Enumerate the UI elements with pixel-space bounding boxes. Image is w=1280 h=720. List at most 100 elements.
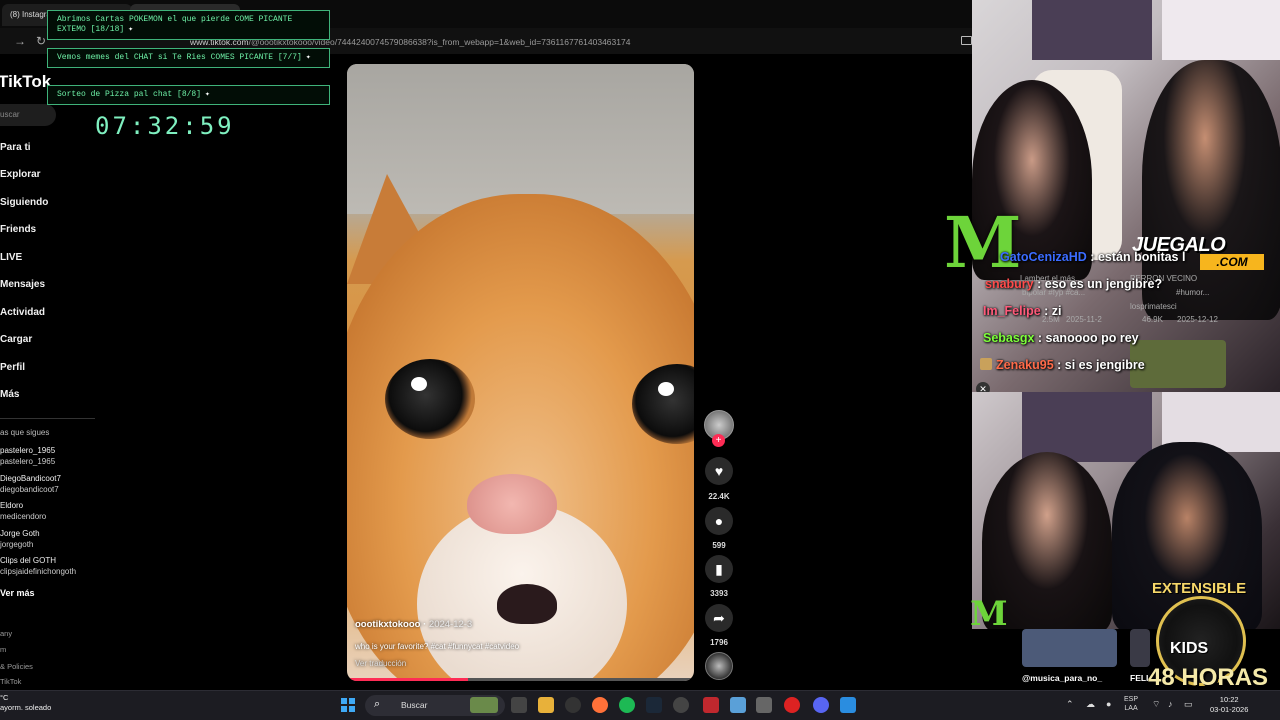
chat-text: si es jengibre	[1064, 358, 1145, 372]
video-author[interactable]: oootikxtokooo · 2024-12-3	[355, 619, 472, 630]
microphone-icon[interactable]: ●	[1106, 699, 1111, 709]
sidebar-nav-item[interactable]: Más	[0, 389, 19, 400]
weather-widget[interactable]: °C ayorm. soleado	[0, 693, 51, 713]
sidebar-nav-item[interactable]: Friends	[0, 224, 36, 235]
share-icon: ➦	[713, 610, 725, 626]
video-progress-fill	[347, 678, 469, 681]
app-blue-icon[interactable]	[840, 697, 856, 713]
sparkle-icon: ✦	[305, 53, 311, 62]
comment-button[interactable]: ●	[705, 507, 733, 535]
following-handle: diegobandicoot7	[0, 485, 59, 494]
bottom-user-1[interactable]: @musica_para_no_	[1022, 673, 1102, 683]
following-item[interactable]: Clips del GOTH clipsjaidefinichongoth	[0, 555, 76, 577]
following-name: Clips del GOTH	[0, 556, 57, 565]
sparkle-icon: ✦	[205, 90, 210, 99]
tray-chevron-icon[interactable]: ⌃	[1066, 699, 1074, 710]
language-indicator[interactable]: ESP LAA	[1124, 695, 1138, 713]
following-item[interactable]: pastelero_1965 pastelero_1965	[0, 445, 55, 467]
grid-date-2: 2025-12-12	[1177, 315, 1218, 324]
chat-username[interactable]: Im_Felipe	[983, 304, 1041, 318]
sidebar-nav-item[interactable]: Mensajes	[0, 279, 45, 290]
footer-link[interactable]: any	[0, 629, 12, 638]
sidebar-nav-item[interactable]: Cargar	[0, 334, 32, 345]
chat-username[interactable]: Zenaku95	[996, 358, 1054, 372]
tiktok-logo[interactable]: TikTok	[0, 72, 51, 92]
bottom-thumbnail-1[interactable]	[1022, 629, 1117, 667]
goal-text: Abrimos Cartas POKEMON el que pierde COM…	[57, 15, 293, 34]
following-item[interactable]: DiegoBandicoot7 diegobandicoot7	[0, 473, 61, 495]
footer-link[interactable]: TikTok	[0, 677, 21, 686]
event-badge-top: EXTENSIBLE	[1152, 580, 1247, 597]
firefox-icon[interactable]	[592, 697, 608, 713]
sidebar-nav-item[interactable]: Explorar	[0, 169, 41, 180]
obs-icon[interactable]	[565, 697, 581, 713]
wifi-icon[interactable]: ⌔	[1152, 699, 1160, 710]
chat-message: Zenaku95 : si es jengibre	[980, 358, 1145, 372]
cast-icon[interactable]	[961, 36, 972, 45]
footer-link[interactable]: m	[0, 645, 6, 654]
chat-username[interactable]: Sebasgx	[983, 331, 1034, 345]
comment-count: 599	[712, 541, 726, 550]
following-item[interactable]: Jorge Goth jorgegoth	[0, 528, 40, 550]
bottom-thumbnail-2[interactable]	[1130, 629, 1150, 667]
following-handle: jorgegoth	[0, 540, 34, 549]
stream-goal: Vemos memes del CHAT si Te Ries COMES PI…	[47, 48, 330, 68]
app-icon[interactable]	[673, 697, 689, 713]
goal-text: Sorteo de Pizza pal chat [8/8]	[57, 90, 202, 99]
following-handle: medicendoro	[0, 512, 47, 521]
notes-icon[interactable]	[730, 697, 746, 713]
following-handle: clipsjaidefinichongoth	[0, 567, 77, 576]
sidebar-nav-item[interactable]: Perfil	[0, 362, 25, 373]
taskbar-clock[interactable]: 10:22 03-01-2026	[1210, 695, 1248, 715]
tray-cloud-icon[interactable]: ☁	[1086, 699, 1095, 710]
following-name: pastelero_1965	[0, 446, 56, 455]
discord-icon[interactable]	[813, 697, 829, 713]
reload-icon[interactable]: ↻	[36, 34, 46, 48]
chat-message: Im_Felipe : zi	[983, 304, 1062, 318]
share-button[interactable]: ➦	[705, 604, 733, 632]
following-name: DiegoBandicoot7	[0, 474, 61, 483]
chat-username[interactable]: GatoCenizaHD	[1000, 250, 1087, 264]
weather-desc: ayorm. soleado	[0, 703, 52, 712]
sidebar-nav-item[interactable]: Actividad	[0, 307, 45, 318]
following-item[interactable]: Eldoro medicendoro	[0, 500, 46, 522]
video-player[interactable]: oootikxtokooo · 2024-12-3 who is your fa…	[347, 64, 694, 681]
chat-message: Sebasgx : sanoooo po rey	[983, 331, 1139, 345]
spotify-icon[interactable]	[619, 697, 635, 713]
music-disc-icon[interactable]	[705, 652, 733, 680]
video-progress-bar[interactable]	[347, 678, 694, 681]
file-explorer-icon[interactable]	[538, 697, 554, 713]
translate-link[interactable]: Ver traducción	[355, 659, 406, 668]
monster-logo-icon: M	[944, 201, 1022, 284]
battery-icon[interactable]: ▭	[1184, 699, 1193, 710]
stream-goal: Sorteo de Pizza pal chat [8/8] ✦	[47, 85, 330, 105]
search-icon: ⌕	[374, 698, 381, 710]
search-input[interactable]: uscar	[0, 104, 56, 126]
footer-link[interactable]: & Policies	[0, 662, 33, 671]
monster-logo-small-icon: M	[970, 594, 1008, 634]
chat-separator: :	[1086, 250, 1098, 264]
weather-temp: °C	[0, 693, 9, 702]
see-more-link[interactable]: Ver más	[0, 588, 35, 598]
window-icon[interactable]	[756, 697, 772, 713]
sidebar-nav-item[interactable]: Siguiendo	[0, 197, 48, 208]
forward-icon[interactable]: →	[14, 34, 26, 48]
sidebar-nav-item[interactable]: Para ti	[0, 142, 31, 153]
chat-message: GatoCenizaHD : están bonitas l	[1000, 250, 1185, 264]
following-handle: pastelero_1965	[0, 457, 56, 466]
chat-username[interactable]: snabury	[985, 277, 1034, 291]
windows-start-icon[interactable]	[341, 698, 355, 712]
like-button[interactable]: ♥	[705, 457, 733, 485]
taskbar-widget-thumb[interactable]	[470, 697, 498, 713]
steam-icon[interactable]	[646, 697, 662, 713]
task-view-icon[interactable]	[511, 697, 527, 713]
opera-icon[interactable]	[784, 697, 800, 713]
calendar-app-icon[interactable]	[703, 697, 719, 713]
follow-plus-icon[interactable]: +	[712, 434, 725, 447]
sidebar-nav-item[interactable]: LIVE	[0, 252, 22, 263]
stream-goal: Abrimos Cartas POKEMON el que pierde COM…	[47, 10, 330, 40]
grid-user-2: losprimatesci	[1130, 302, 1177, 311]
bottom-user-2[interactable]: FELI	[1130, 673, 1148, 683]
save-button[interactable]: ▮	[705, 555, 733, 583]
volume-icon[interactable]: ♪	[1168, 699, 1173, 709]
